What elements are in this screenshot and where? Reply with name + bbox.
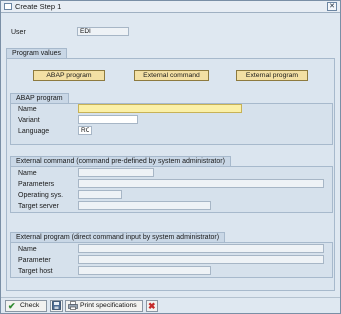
ext-prog-name-label: Name [18,246,37,253]
print-specifications-button[interactable]: Print specifications [65,300,143,312]
ext-prog-parameter-label: Parameter [18,257,51,264]
external-program-title: External program (direct command input b… [16,234,220,241]
ext-cmd-name-field[interactable] [78,168,154,177]
external-command-title: External command (command pre-defined by… [16,158,225,165]
check-button[interactable]: ✔ Check [5,300,47,312]
program-values-title: Program values [12,50,62,57]
external-command-tab: External command (command pre-defined by… [10,156,231,166]
abap-variant-field[interactable] [78,115,138,124]
abap-language-field[interactable] [78,126,92,135]
ext-cmd-os-label: Operating sys. [18,192,64,199]
abap-name-label: Name [18,106,37,113]
window-title: Create Step 1 [15,2,62,11]
create-step-dialog: Create Step 1 ✕ User Program values ABAP… [0,0,341,314]
ext-cmd-parameters-label: Parameters [18,181,55,188]
user-field[interactable] [77,27,129,36]
abap-language-label: Language [18,128,50,135]
ext-cmd-target-server-label: Target server [18,203,59,210]
abap-variant-label: Variant [18,117,40,124]
program-values-tab: Program values [6,48,68,58]
close-button[interactable]: ✕ [327,2,337,11]
ext-cmd-parameters-field[interactable] [78,179,324,188]
abap-program-button[interactable]: ABAP program [33,70,105,81]
abap-program-tab: ABAP program [10,93,69,103]
close-icon: ✕ [329,3,335,10]
ext-prog-name-field[interactable] [78,244,324,253]
print-icon [68,301,78,310]
save-button[interactable] [50,300,63,312]
check-icon: ✔ [8,301,16,311]
external-command-button[interactable]: External command [134,70,209,81]
abap-program-title: ABAP program [16,95,63,102]
save-icon [52,301,61,310]
abap-name-field[interactable] [78,104,242,113]
check-label: Check [20,302,40,309]
ext-prog-target-host-label: Target host [18,268,53,275]
external-program-button[interactable]: External program [236,70,308,81]
cancel-button[interactable]: ✖ [146,300,158,312]
user-label: User [11,29,26,36]
cancel-icon: ✖ [148,301,156,311]
ext-cmd-os-field[interactable] [78,190,122,199]
window-icon [4,3,12,10]
external-program-tab: External program (direct command input b… [10,232,226,242]
title-bar: Create Step 1 ✕ [1,1,340,13]
ext-prog-parameter-field[interactable] [78,255,324,264]
footer-toolbar: ✔ Check Print specifications ✖ [1,297,340,313]
print-specifications-label: Print specifications [80,302,137,309]
ext-cmd-target-server-field[interactable] [78,201,211,210]
ext-prog-target-host-field[interactable] [78,266,211,275]
ext-cmd-name-label: Name [18,170,37,177]
